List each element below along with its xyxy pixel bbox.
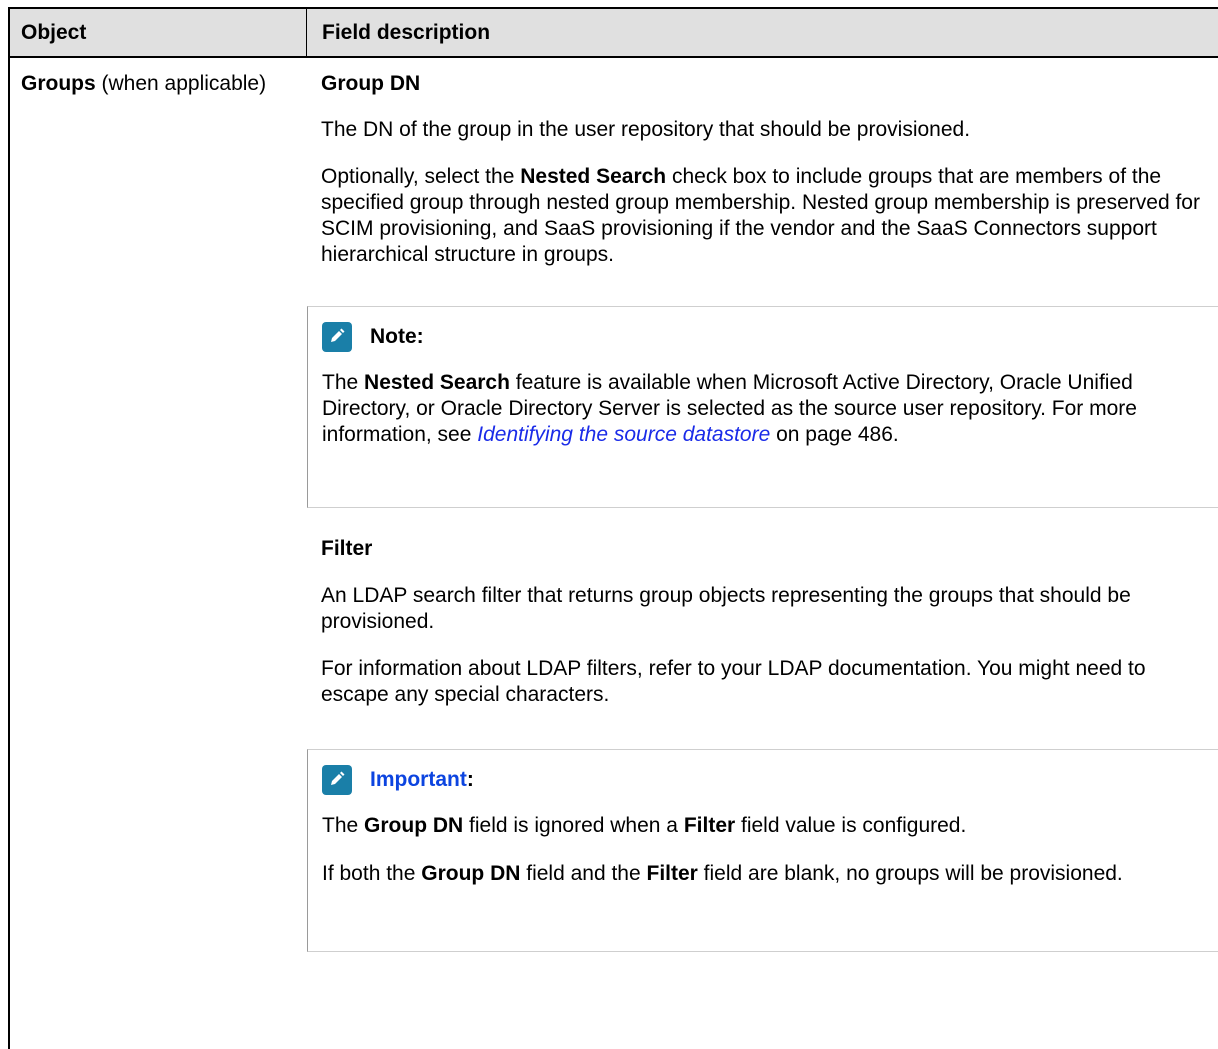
- pencil-icon: [322, 765, 352, 795]
- nested-search-label: Nested Search: [364, 371, 510, 394]
- important-title: Important: [370, 768, 467, 791]
- text: field is ignored when a: [463, 814, 684, 837]
- important-callout: Important: The Group DN field is ignored…: [307, 749, 1218, 952]
- group-dn-paragraph-1: The DN of the group in the user reposito…: [321, 118, 971, 141]
- text: field and the: [520, 862, 647, 885]
- note-header: Note:: [322, 320, 424, 354]
- filter-label: Filter: [646, 862, 698, 885]
- object-cell: Groups (when applicable): [21, 71, 291, 97]
- text: Optionally, select the: [321, 165, 521, 188]
- text: If both the: [322, 862, 422, 885]
- column-divider: [306, 9, 307, 56]
- note-body: The Nested Search feature is available w…: [322, 370, 1212, 448]
- text: field value is configured.: [735, 814, 967, 837]
- group-dn-paragraph-2: Optionally, select the Nested Search che…: [321, 164, 1211, 268]
- important-line-2: If both the Group DN field and the Filte…: [322, 861, 1212, 887]
- object-qualifier: (when applicable): [95, 72, 267, 95]
- text: The: [322, 371, 365, 394]
- group-dn-label: Group DN: [364, 814, 464, 837]
- note-callout: Note: The Nested Search feature is avail…: [307, 306, 1218, 508]
- important-header: Important:: [322, 763, 474, 797]
- nested-search-label: Nested Search: [520, 165, 667, 188]
- important-line-1: The Group DN field is ignored when a Fil…: [322, 813, 1212, 839]
- group-dn-label: Group DN: [421, 862, 521, 885]
- object-name: Groups: [21, 72, 96, 95]
- filter-paragraph-2: For information about LDAP filters, refe…: [321, 657, 1146, 706]
- pencil-icon: [322, 322, 352, 352]
- filter-heading: Filter: [321, 537, 373, 560]
- table-header-row: Object Field description: [10, 9, 1218, 58]
- identifying-source-datastore-link[interactable]: Identifying the source datastore: [477, 423, 770, 446]
- filter-label: Filter: [683, 814, 736, 837]
- text: The: [322, 814, 365, 837]
- header-object: Object: [21, 21, 87, 44]
- header-field-description: Field description: [322, 21, 491, 44]
- important-colon: :: [466, 768, 474, 791]
- field-description-table: Object Field description Groups (when ap…: [8, 7, 1218, 1049]
- note-title: Note:: [370, 325, 424, 348]
- filter-paragraph-1: An LDAP search filter that returns group…: [321, 584, 1131, 633]
- group-dn-heading: Group DN: [321, 72, 421, 95]
- text: on page 486.: [770, 423, 899, 446]
- text: field are blank, no groups will be provi…: [697, 862, 1123, 885]
